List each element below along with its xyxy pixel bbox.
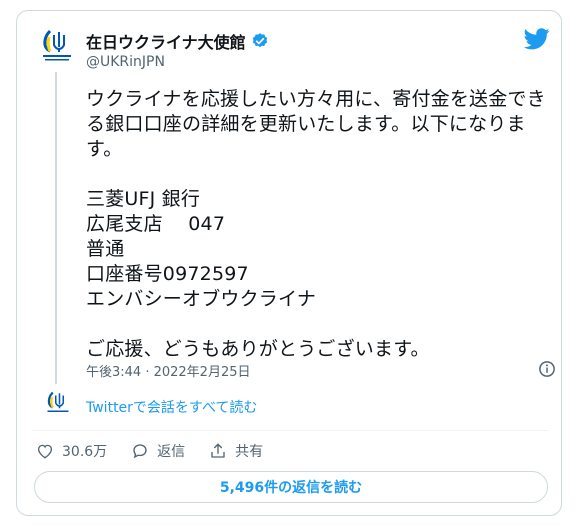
account-name-row[interactable]: 在日ウクライナ大使館 bbox=[86, 29, 269, 53]
heart-icon bbox=[37, 444, 53, 459]
small-avatar[interactable] bbox=[42, 387, 74, 419]
twitter-bird-icon[interactable] bbox=[524, 28, 550, 50]
read-conversation-link[interactable]: Twitterで会話をすべて読む bbox=[86, 397, 257, 417]
divider bbox=[32, 430, 548, 431]
avatar[interactable] bbox=[34, 22, 80, 68]
reply-label: 返信 bbox=[157, 444, 186, 460]
like-count: 30.6万 bbox=[62, 444, 108, 460]
tweet-timestamp[interactable]: 午後3:44 · 2022年2月25日 bbox=[86, 361, 251, 380]
like-button[interactable]: 30.6万 bbox=[36, 441, 107, 461]
embassy-logo-icon bbox=[43, 29, 71, 61]
read-replies-button[interactable]: 5,496件の返信を読む bbox=[34, 471, 548, 503]
info-icon[interactable] bbox=[538, 360, 556, 378]
share-button[interactable]: 共有 bbox=[209, 441, 263, 461]
verified-badge-icon bbox=[252, 33, 267, 48]
share-label: 共有 bbox=[235, 444, 264, 460]
account-name[interactable]: 在日ウクライナ大使館 bbox=[86, 29, 246, 53]
thread-line bbox=[55, 72, 57, 384]
embassy-logo-icon bbox=[47, 391, 69, 412]
share-icon bbox=[211, 443, 225, 458]
reply-icon bbox=[133, 444, 147, 459]
reply-button[interactable]: 返信 bbox=[131, 441, 185, 461]
tweet-text: ウクライナを応援したい方々用に、寄付金を送金できる銀口口座の詳細を更新いたします… bbox=[86, 88, 546, 360]
account-handle[interactable]: @UKRinJPN bbox=[86, 54, 165, 70]
action-bar: 30.6万 返信 共有 bbox=[36, 441, 263, 461]
